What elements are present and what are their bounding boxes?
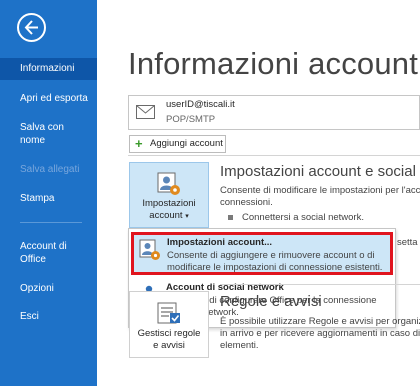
section-divider (220, 284, 420, 285)
manage-rules-label-line1: Gestisci regole (137, 328, 201, 339)
connect-social-network-link[interactable]: Connettersi a social network. (228, 212, 364, 223)
nav-informazioni[interactable]: Informazioni (0, 58, 97, 80)
account-settings-icon (157, 172, 180, 195)
rules-alerts-icon (157, 302, 180, 324)
email-account-icon (136, 105, 155, 119)
account-settings-label-line1: Impostazioni (142, 198, 196, 209)
manage-rules-button[interactable]: Gestisci regole e avvisi (129, 291, 209, 358)
account-settings-button[interactable]: Impostazioni account ▾ (129, 162, 209, 228)
chevron-down-icon: ▾ (185, 213, 189, 220)
account-settings-desc-line1: Consente di modificare le impostazioni p… (220, 185, 420, 196)
back-arrow-icon (24, 20, 38, 35)
account-settings-icon (139, 239, 160, 260)
nav-salva-con-nome[interactable]: Salva con nome (0, 121, 80, 147)
account-type: POP/SMTP (166, 114, 216, 125)
rules-alerts-desc-line3: elementi. (220, 340, 259, 351)
menu-item-desc-line2: modificare le impostazioni di connession… (167, 262, 383, 273)
nav-stampa[interactable]: Stampa (0, 192, 97, 205)
back-button[interactable] (17, 13, 46, 42)
plus-icon: + (135, 136, 143, 151)
rules-alerts-title: Regole e avvisi (220, 293, 322, 310)
bullet-icon (228, 214, 233, 220)
account-settings-title: Impostazioni account e social n (220, 163, 420, 180)
manage-rules-label: Gestisci regole e avvisi (130, 328, 208, 352)
add-account-button[interactable]: + Aggiungi account (129, 135, 226, 153)
rules-alerts-desc: È possibile utilizzare Regole e avvisi p… (220, 316, 420, 352)
manage-rules-label-line2: e avvisi (153, 340, 185, 351)
connect-social-network-label: Connettersi a social network. (242, 212, 364, 223)
menu-item-account-settings[interactable]: Impostazioni account... Consente di aggi… (131, 232, 393, 275)
account-settings-label-line2: account (149, 210, 183, 221)
nav-esci[interactable]: Esci (0, 310, 97, 323)
account-selector[interactable]: userID@tiscali.it POP/SMTP (128, 95, 420, 130)
partial-text-right: setta p (397, 237, 420, 248)
add-account-label: Aggiungi account (150, 138, 223, 149)
nav-apri-ed-esporta[interactable]: Apri ed esporta (0, 92, 97, 105)
nav-salva-allegati: Salva allegati (20, 164, 80, 175)
account-settings-desc: Consente di modificare le impostazioni p… (220, 185, 420, 209)
menu-item-desc-line1: Consente di aggiungere e rimuovere accou… (167, 250, 375, 261)
rules-alerts-desc-line1: È possibile utilizzare Regole e avvisi p… (220, 316, 420, 327)
page-title: Informazioni account (128, 46, 419, 81)
menu-item-desc: Consente di aggiungere e rimuovere accou… (167, 250, 382, 274)
menu-item-title: Impostazioni account... (167, 237, 273, 248)
account-settings-label: Impostazioni account ▾ (130, 198, 208, 223)
section-divider (128, 155, 420, 156)
rules-alerts-desc-line2: in arrivo e per ricevere aggiornamenti i… (220, 328, 420, 339)
nav-opzioni[interactable]: Opzioni (0, 282, 97, 295)
account-email: userID@tiscali.it (166, 99, 235, 110)
nav-account-di-office[interactable]: Account di Office (0, 240, 76, 266)
sidebar-divider (20, 222, 82, 223)
account-settings-desc-line2: connessioni. (220, 197, 273, 208)
backstage-sidebar: Informazioni Apri ed esporta Salva con n… (0, 0, 97, 386)
